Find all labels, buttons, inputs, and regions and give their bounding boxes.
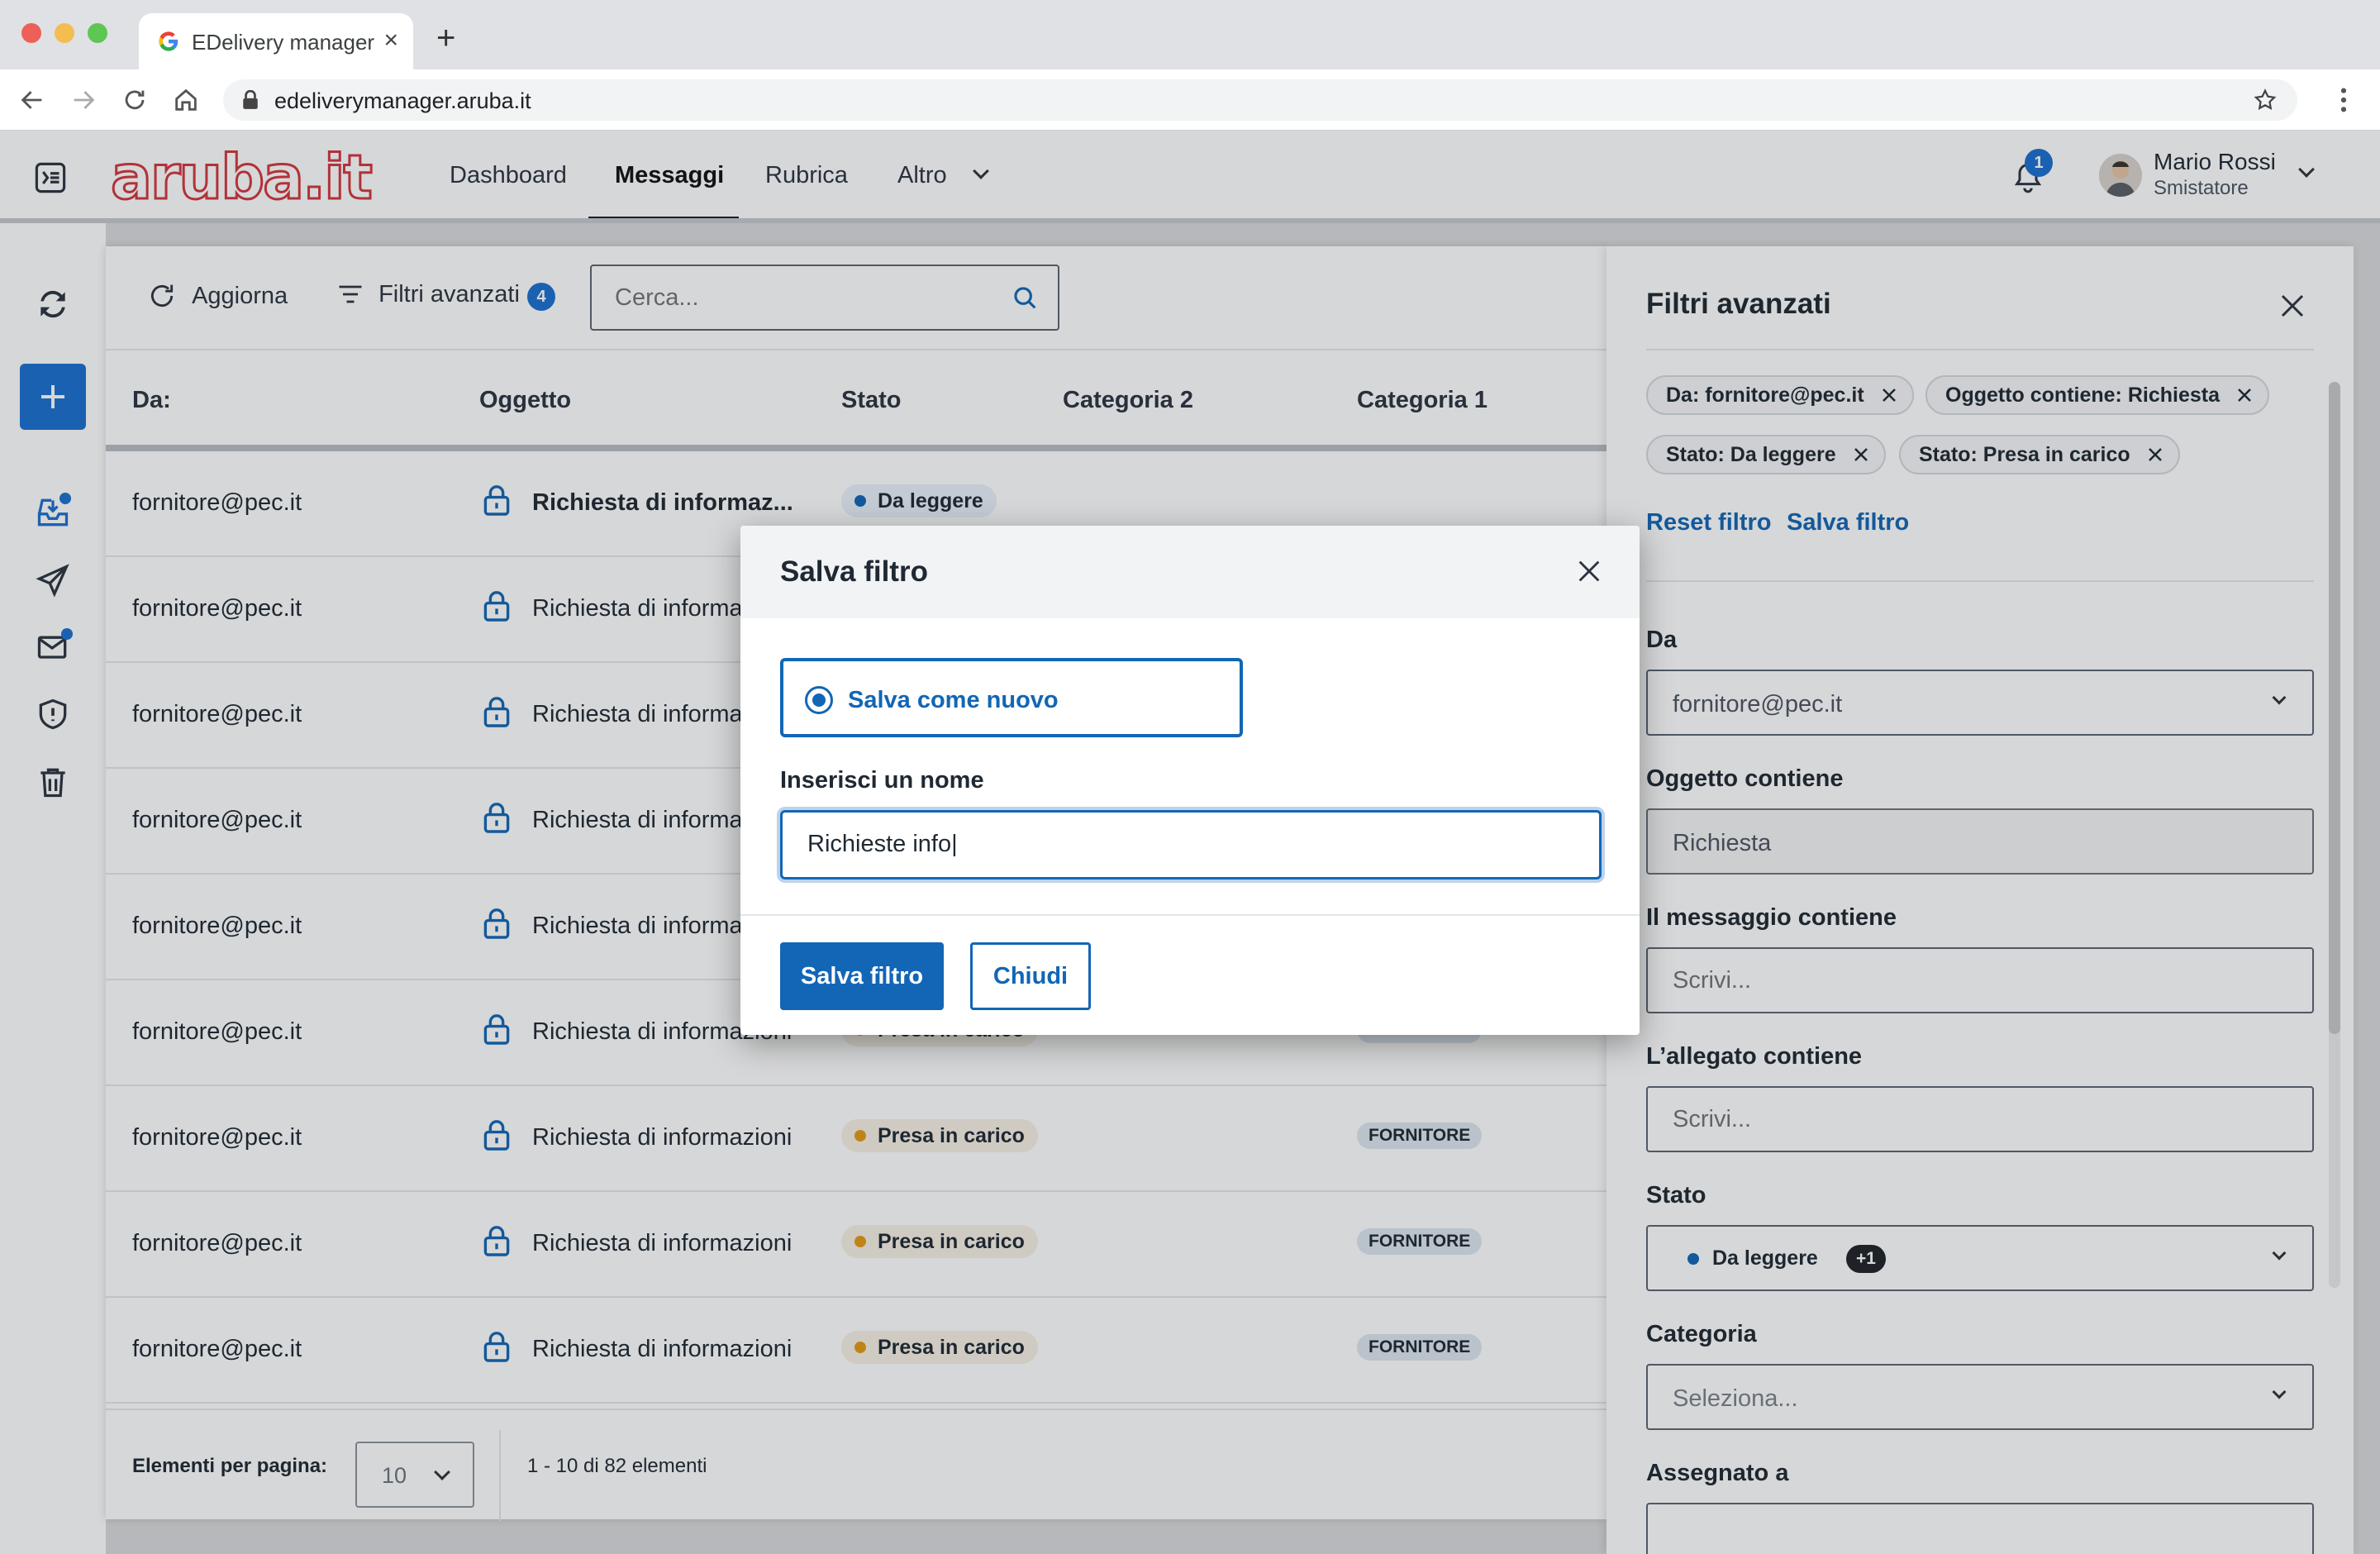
- url-text: edeliverymanager.aruba.it: [274, 88, 531, 113]
- google-favicon-icon: [159, 31, 178, 51]
- filter-name-input[interactable]: [807, 831, 1551, 858]
- forward-arrow-icon[interactable]: [69, 86, 98, 114]
- close-icon[interactable]: [1575, 557, 1603, 585]
- lock-icon: [243, 90, 258, 109]
- tab-title: EDelivery manager: [192, 30, 375, 55]
- window-close-button[interactable]: [21, 23, 41, 43]
- browser-tab[interactable]: EDelivery manager ×: [139, 13, 413, 69]
- browser-menu-icon[interactable]: [2335, 86, 2352, 114]
- close-button[interactable]: Chiudi: [970, 942, 1091, 1010]
- radio-button[interactable]: [805, 686, 833, 714]
- save-as-new-option[interactable]: Salva come nuovo: [780, 658, 1243, 737]
- new-tab-icon[interactable]: +: [436, 21, 455, 55]
- filter-name-label: Inserisci un nome: [780, 767, 984, 794]
- save-filter-button[interactable]: Salva filtro: [780, 942, 944, 1010]
- window-minimize-button[interactable]: [55, 23, 74, 43]
- back-arrow-icon[interactable]: [18, 86, 46, 114]
- dialog-header: Salva filtro: [740, 526, 1640, 618]
- reload-icon[interactable]: [121, 86, 149, 114]
- url-field[interactable]: edeliverymanager.aruba.it: [223, 79, 2297, 121]
- address-bar: edeliverymanager.aruba.it: [0, 69, 2380, 131]
- dialog-divider: [740, 914, 1640, 916]
- dialog-title: Salva filtro: [780, 555, 928, 588]
- save-filter-dialog: Salva filtro Salva come nuovo Inserisci …: [740, 526, 1640, 1035]
- save-as-new-label: Salva come nuovo: [848, 687, 1059, 713]
- tab-close-icon[interactable]: ×: [383, 28, 398, 53]
- window-maximize-button[interactable]: [88, 23, 107, 43]
- radio-selected-dot: [812, 694, 826, 707]
- filter-name-field[interactable]: [780, 810, 1602, 879]
- browser-tab-bar: EDelivery manager × +: [0, 0, 2380, 69]
- home-icon[interactable]: [172, 86, 200, 114]
- bookmark-star-icon[interactable]: [2253, 88, 2278, 112]
